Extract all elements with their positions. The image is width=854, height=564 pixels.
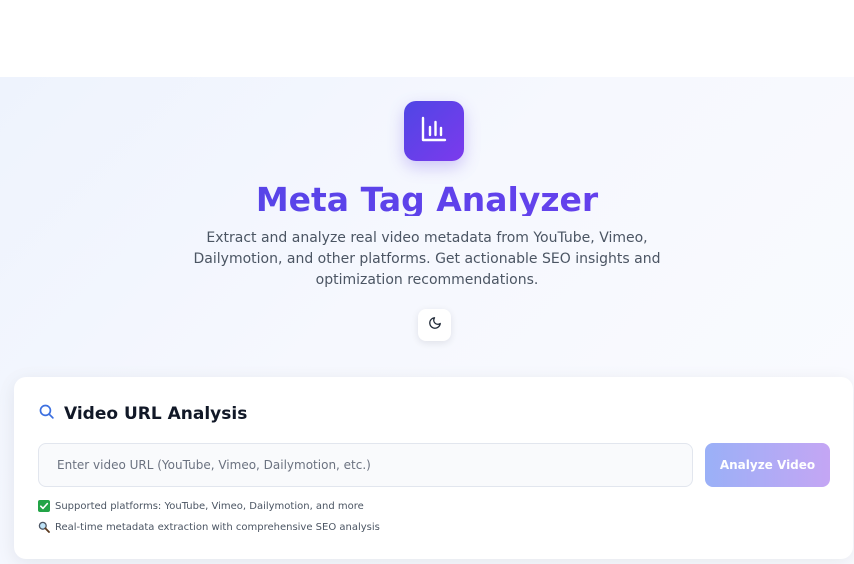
- realtime-extraction-note: Real-time metadata extraction with compr…: [38, 520, 380, 534]
- analysis-card-header: Video URL Analysis: [38, 403, 247, 425]
- top-bar: [0, 0, 854, 77]
- supported-platforms-note: Supported platforms: YouTube, Vimeo, Dai…: [38, 499, 364, 513]
- analysis-card-title: Video URL Analysis: [64, 404, 248, 424]
- analyze-video-button[interactable]: Analyze Video: [705, 443, 830, 487]
- magnifier-icon: [38, 521, 50, 533]
- theme-toggle-button[interactable]: [418, 309, 451, 341]
- check-mark-icon: [38, 500, 50, 512]
- moon-icon: [428, 316, 442, 335]
- video-url-input[interactable]: [38, 443, 693, 487]
- bar-chart-icon: [419, 114, 449, 149]
- analysis-card: Video URL Analysis Analyze Video Support…: [14, 377, 853, 559]
- supported-platforms-text: Supported platforms: YouTube, Vimeo, Dai…: [55, 500, 364, 512]
- search-icon: [38, 403, 55, 425]
- page-subtitle: Extract and analyze real video metadata …: [193, 230, 661, 288]
- page-title: Meta Tag Analyzer: [0, 176, 854, 216]
- realtime-extraction-text: Real-time metadata extraction with compr…: [55, 521, 380, 533]
- app-logo: [404, 101, 464, 161]
